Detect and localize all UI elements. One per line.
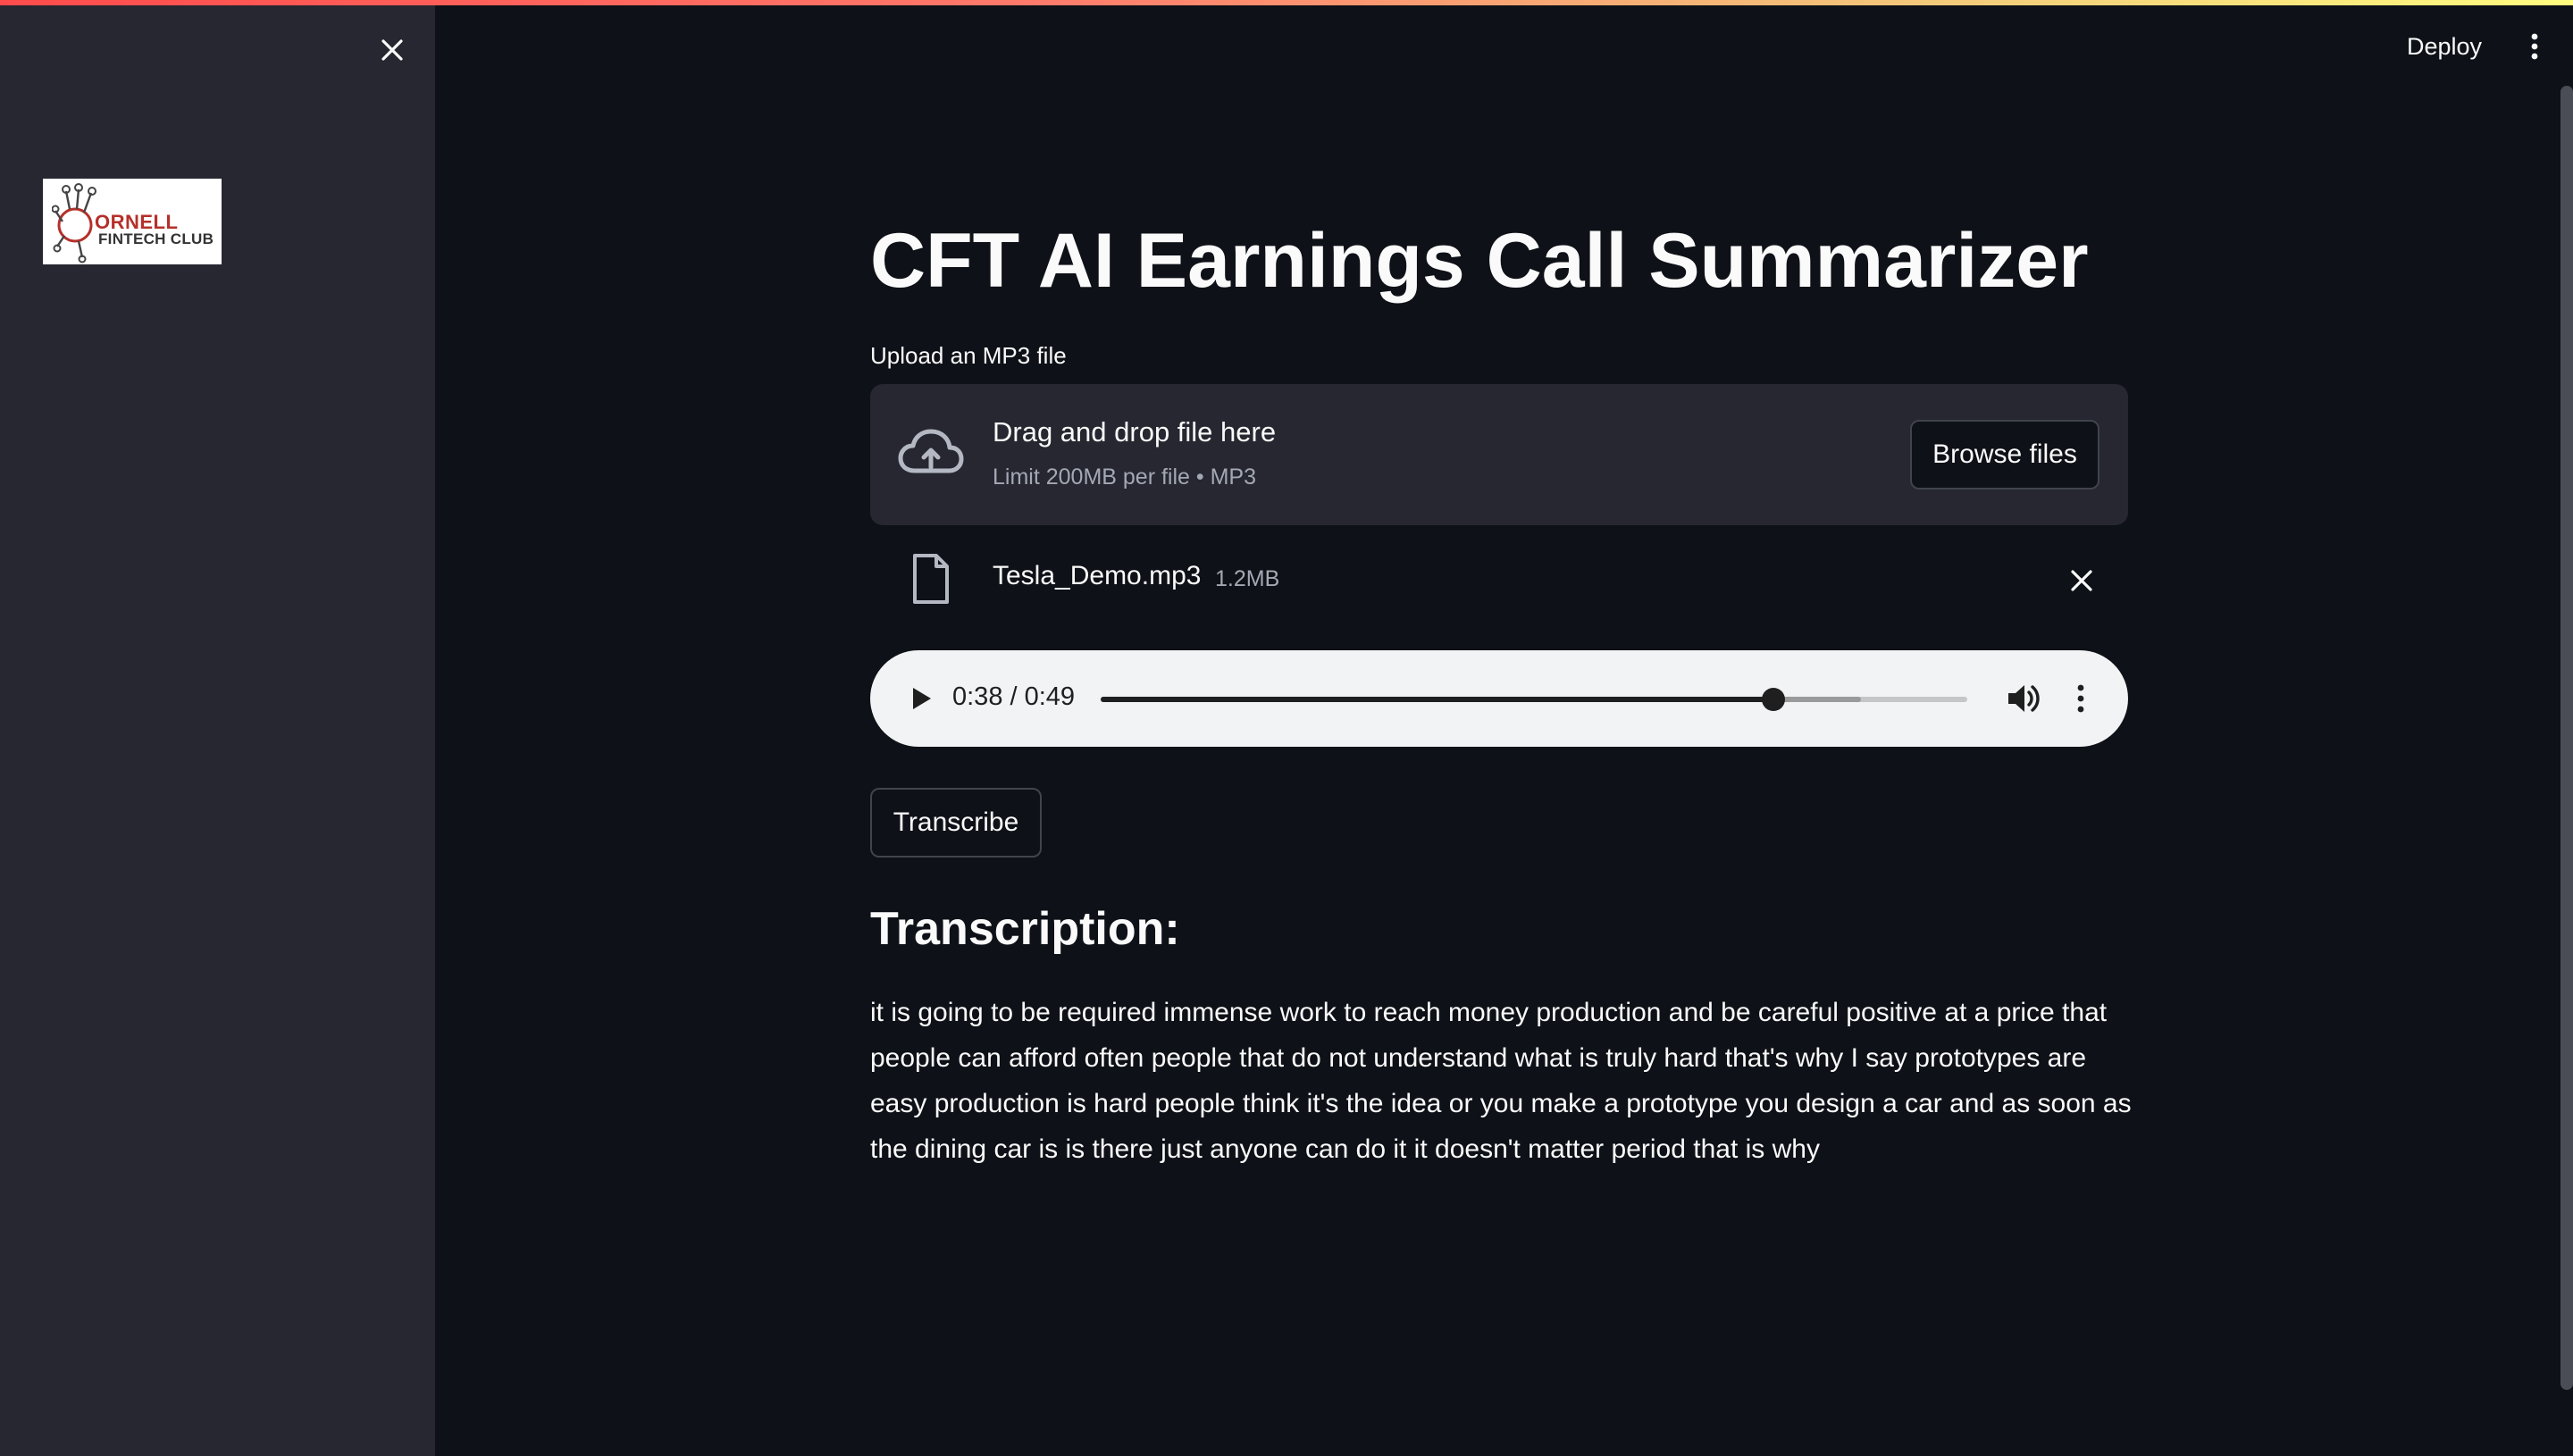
volume-icon[interactable] [2005, 681, 2042, 716]
audio-time-display: 0:38 / 0:49 [952, 682, 1076, 711]
transcription-heading: Transcription: [870, 903, 1180, 955]
upload-label: Upload an MP3 file [870, 342, 1067, 369]
top-decoration-bar [0, 0, 2573, 5]
club-logo: ORNELL FINTECH CLUB [43, 179, 222, 264]
logo-text-bottom: FINTECH CLUB [98, 230, 214, 247]
dropzone-limit-text: Limit 200MB per file • MP3 [993, 464, 1256, 490]
audio-played-bar [1101, 697, 1773, 702]
sidebar: ORNELL FINTECH CLUB [0, 0, 435, 1456]
close-icon [2071, 570, 2092, 591]
transcription-text: it is going to be required immense work … [870, 998, 2132, 1164]
file-icon [913, 554, 949, 604]
file-name: Tesla_Demo.mp3 [993, 561, 1202, 590]
page-scrollbar[interactable] [2560, 86, 2573, 1390]
play-icon[interactable] [902, 681, 938, 716]
deploy-button[interactable]: Deploy [2394, 27, 2494, 66]
transcribe-button[interactable]: Transcribe [870, 788, 1042, 858]
cloud-upload-icon [898, 429, 964, 473]
audio-seek-bar[interactable] [1101, 688, 1967, 711]
audio-seek-thumb[interactable] [1761, 688, 1785, 711]
file-size: 1.2MB [1215, 566, 1280, 591]
page-title: CFT AI Earnings Call Summarizer [870, 218, 2089, 304]
close-icon [381, 39, 403, 61]
file-dropzone[interactable]: Drag and drop file here Limit 200MB per … [870, 384, 2128, 525]
vertical-dots-icon[interactable] [2066, 681, 2096, 716]
vertical-dots-icon [2531, 33, 2538, 60]
browse-files-button[interactable]: Browse files [1910, 420, 2099, 490]
sidebar-close-button[interactable] [373, 34, 411, 66]
main-menu-button[interactable] [2519, 27, 2550, 66]
uploaded-file-row: Tesla_Demo.mp3 1.2MB [870, 548, 2128, 611]
audio-player: 0:38 / 0:49 [870, 650, 2128, 747]
dropzone-title: Drag and drop file here [993, 416, 1277, 448]
remove-file-button[interactable] [2062, 561, 2101, 600]
